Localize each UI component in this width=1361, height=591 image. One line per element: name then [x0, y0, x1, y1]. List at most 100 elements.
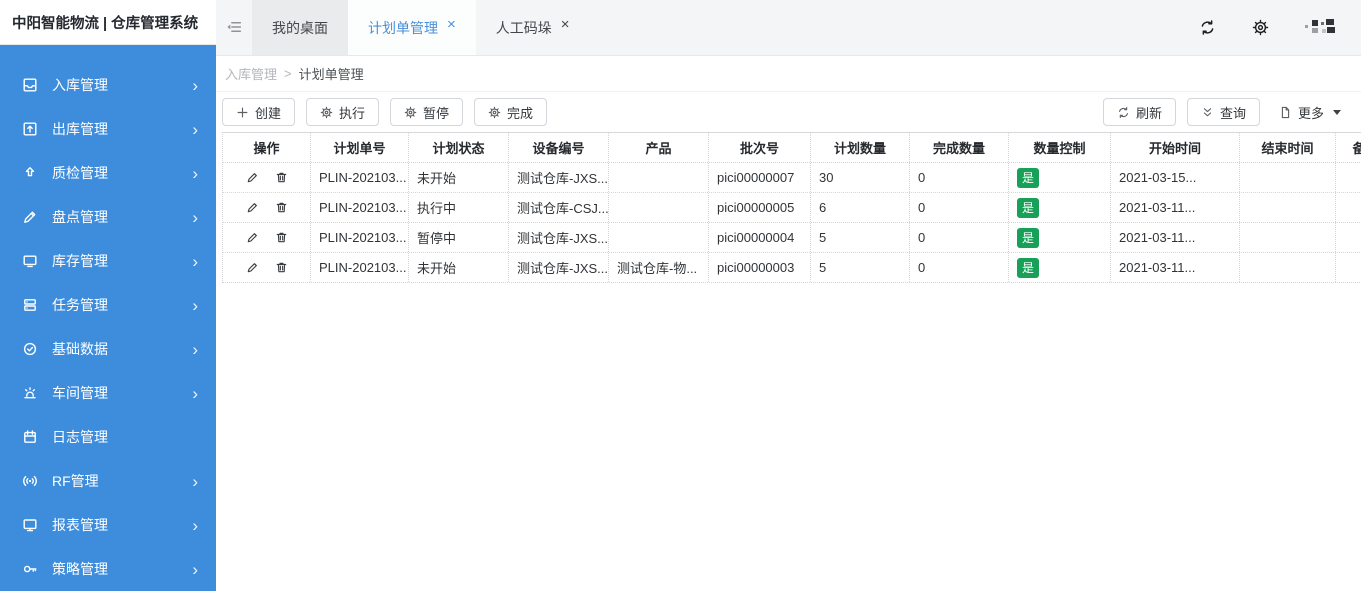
cell-end_time: [1240, 223, 1336, 252]
qty-control-badge: 是: [1017, 167, 1039, 188]
sidebar: 中阳智能物流 | 仓库管理系统 入库管理 › 出库管理 › 质检管理 › 盘点管理 › 库存管理…: [0, 0, 216, 591]
table-row[interactable]: PLIN-202103... 未开始 测试仓库-JXS... 测试仓库-物... pic…: [223, 253, 1361, 283]
tab-label: 人工码垛: [495, 19, 552, 36]
pause-button[interactable]: 暂停: [390, 98, 464, 126]
sidebar-collapse-button[interactable]: [216, 0, 252, 55]
sidebar-menu: 入库管理 › 出库管理 › 质检管理 › 盘点管理 › 库存管理 › 任务管理 › 基础数据 › 车间管理 ›…: [0, 45, 216, 591]
sidebar-item-inbound[interactable]: 入库管理 ›: [0, 63, 216, 107]
chevron-right-icon: ›: [192, 163, 198, 183]
cell-remark: [1336, 193, 1361, 222]
sidebar-item-inventory[interactable]: 库存管理 ›: [0, 239, 216, 283]
column-header: 开始时间: [1111, 133, 1240, 162]
complete-button[interactable]: 完成: [474, 98, 548, 126]
collapse-menu-icon: [226, 19, 243, 36]
sidebar-item-base-data[interactable]: 基础数据 ›: [0, 327, 216, 371]
sidebar-item-label: RF管理: [52, 473, 99, 489]
table-row[interactable]: PLIN-202103... 未开始 测试仓库-JXS... pici00000007…: [223, 163, 1361, 193]
cell-batch: pici00000003: [709, 253, 811, 282]
siren-icon: [22, 385, 38, 401]
cell-status: 暂停中: [409, 223, 509, 252]
tab-manual-palletizing[interactable]: 人工码垛 ×: [476, 0, 590, 55]
cell-status: 未开始: [409, 253, 509, 282]
cell-qty_control: 是: [1009, 163, 1111, 192]
column-header: 批次号: [709, 133, 811, 162]
chevron-right-icon: ›: [192, 339, 198, 359]
double-chevron-down-icon: [1201, 106, 1214, 119]
refresh-icon[interactable]: [1199, 19, 1216, 36]
column-header: 操作: [223, 133, 311, 162]
cell-status: 执行中: [409, 193, 509, 222]
cell-plan_no: PLIN-202103...: [311, 223, 409, 252]
chevron-right-icon: ›: [192, 75, 198, 95]
cell-start_time: 2021-03-11...: [1111, 223, 1240, 252]
arrow-up-icon: [22, 165, 38, 181]
chevron-right-icon: ›: [192, 207, 198, 227]
edit-pencil-icon[interactable]: [246, 261, 259, 274]
delete-trash-icon[interactable]: [275, 231, 288, 244]
close-tab-icon[interactable]: ×: [561, 17, 570, 32]
sidebar-item-rf[interactable]: RF管理 ›: [0, 459, 216, 503]
plan-table-wrap: 操作计划单号计划状态设备编号产品批次号计划数量完成数量数量控制开始时间结束时间备…: [216, 132, 1361, 283]
cell-start_time: 2021-03-11...: [1111, 253, 1240, 282]
create-button[interactable]: 创建: [222, 98, 296, 126]
column-header: 计划状态: [409, 133, 509, 162]
row-actions-cell: [223, 223, 311, 252]
column-header: 计划数量: [811, 133, 910, 162]
execute-button[interactable]: 执行: [306, 98, 380, 126]
query-button[interactable]: 查询: [1186, 98, 1260, 126]
gear-icon[interactable]: [1252, 19, 1269, 36]
sidebar-item-strategy[interactable]: 策略管理 ›: [0, 547, 216, 591]
sidebar-item-label: 出库管理: [52, 121, 108, 137]
cell-product: [609, 223, 709, 252]
signal-icon: [22, 473, 38, 489]
tab-label: 我的桌面: [272, 19, 328, 36]
topbar-icons: [1199, 0, 1361, 55]
qty-control-badge: 是: [1017, 197, 1039, 218]
pixel-grid-icon[interactable]: [1305, 19, 1335, 36]
button-label: 暂停: [423, 105, 450, 121]
table-header-row: 操作计划单号计划状态设备编号产品批次号计划数量完成数量数量控制开始时间结束时间备…: [223, 133, 1361, 163]
inbox-icon: [22, 77, 38, 93]
sidebar-item-workshop[interactable]: 车间管理 ›: [0, 371, 216, 415]
cell-batch: pici00000004: [709, 223, 811, 252]
delete-trash-icon[interactable]: [275, 261, 288, 274]
sidebar-item-stocktake[interactable]: 盘点管理 ›: [0, 195, 216, 239]
chevron-right-icon: ›: [192, 251, 198, 271]
cell-end_time: [1240, 253, 1336, 282]
cell-qty_control: 是: [1009, 193, 1111, 222]
cell-status: 未开始: [409, 163, 509, 192]
delete-trash-icon[interactable]: [275, 171, 288, 184]
row-actions-cell: [223, 193, 311, 222]
edit-pencil-icon[interactable]: [246, 201, 259, 214]
sidebar-item-outbound[interactable]: 出库管理 ›: [0, 107, 216, 151]
breadcrumb-parent[interactable]: 入库管理: [225, 64, 277, 83]
app-window: 中阳智能物流 | 仓库管理系统 入库管理 › 出库管理 › 质检管理 › 盘点管理 › 库存管理…: [0, 0, 1361, 591]
tab-plan-order-management[interactable]: 计划单管理 ×: [348, 0, 476, 55]
table-row[interactable]: PLIN-202103... 暂停中 测试仓库-JXS... pici00000004…: [223, 223, 1361, 253]
sidebar-item-logs[interactable]: 日志管理: [0, 415, 216, 459]
toolbar: 创建 执行 暂停 完成 刷新 查询 更多: [216, 92, 1361, 132]
edit-pencil-icon[interactable]: [246, 231, 259, 244]
tab-bar: 我的桌面 计划单管理 × 人工码垛 ×: [216, 0, 1361, 56]
table-row[interactable]: PLIN-202103... 执行中 测试仓库-CSJ... pici00000005…: [223, 193, 1361, 223]
close-tab-icon[interactable]: ×: [447, 17, 456, 32]
sidebar-item-reports[interactable]: 报表管理 ›: [0, 503, 216, 547]
cell-batch: pici00000007: [709, 163, 811, 192]
edit-pencil-icon[interactable]: [246, 171, 259, 184]
more-button[interactable]: 更多: [1271, 98, 1349, 126]
column-header: 产品: [609, 133, 709, 162]
cell-start_time: 2021-03-11...: [1111, 193, 1240, 222]
cell-device: 测试仓库-CSJ...: [509, 193, 609, 222]
column-header: 设备编号: [509, 133, 609, 162]
cell-qty_control: 是: [1009, 253, 1111, 282]
chevron-right-icon: ›: [192, 559, 198, 579]
cell-done_qty: 0: [910, 223, 1009, 252]
sidebar-item-tasks[interactable]: 任务管理 ›: [0, 283, 216, 327]
cell-start_time: 2021-03-15...: [1111, 163, 1240, 192]
sidebar-item-quality[interactable]: 质检管理 ›: [0, 151, 216, 195]
delete-trash-icon[interactable]: [275, 201, 288, 214]
badge-check-icon: [22, 341, 38, 357]
button-label: 更多: [1297, 105, 1324, 121]
tab-my-desktop[interactable]: 我的桌面: [252, 0, 348, 55]
refresh-button[interactable]: 刷新: [1102, 98, 1176, 126]
